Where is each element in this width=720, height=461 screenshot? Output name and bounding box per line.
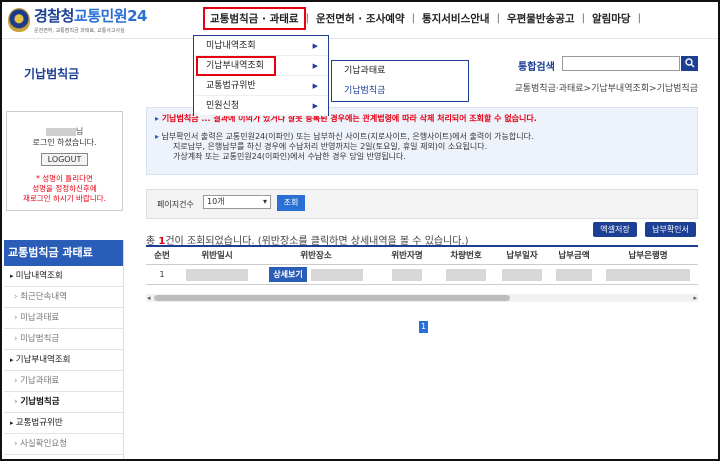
col-header: 위반장소	[300, 251, 332, 261]
notice-box: 기납범칙금 ... 결과에 이의가 있거나 잘못 등록된 경우에는 관계법령에 …	[146, 107, 698, 175]
notice-line: 지로납부, 은행납부를 하신 경우에 수납처리 반영까지는 2일(토요일, 휴일…	[173, 142, 488, 151]
row-number: 1	[159, 270, 165, 279]
sidebar-item-paid-history[interactable]: 기납부내역조회	[4, 350, 123, 371]
submenu-item-paid-penalty[interactable]: 기납범칙금	[332, 81, 468, 101]
sidebar-item-violation[interactable]: 교통법규위반	[4, 413, 123, 434]
dropdown-item-paid-history[interactable]: 기납부내역조회 ▶	[194, 56, 328, 76]
cell-blurred	[494, 268, 550, 281]
cell-blurred	[310, 268, 363, 281]
table-header: 순번 위반일시 위반장소 위반자명 차량번호 납부일자 납부금액 납부은행명	[146, 245, 698, 265]
filter-bar: 페이지건수 10개 조회	[146, 189, 698, 219]
sidebar-item-recent[interactable]: 최근단속내역	[4, 287, 123, 308]
chevron-right-icon: ▶	[312, 102, 318, 110]
page-title: 기납범칙금	[24, 67, 80, 81]
col-header: 위반자명	[391, 251, 423, 261]
dropdown-menu: 미납내역조회 ▶ 기납부내역조회 ▶ 교통법규위반 ▶ 민원신청 ▶	[193, 35, 329, 116]
dropdown-item-violation[interactable]: 교통법규위반 ▶	[194, 76, 328, 96]
receipt-button[interactable]: 납부확인서	[645, 222, 696, 237]
gnb-item-notice-service[interactable]: 통지서비스안내	[415, 11, 497, 26]
col-header: 납부일자	[506, 251, 538, 261]
col-header: 납부은행명	[628, 251, 668, 261]
login-greeting: 님 로그인 하셨습니다.	[32, 127, 97, 147]
search-icon[interactable]	[681, 56, 698, 71]
cell-blurred	[178, 268, 256, 281]
sidebar-item-unpaid-fine[interactable]: 미납과태료	[4, 308, 123, 329]
submenu-item-paid-fine[interactable]: 기납과태료	[332, 61, 468, 81]
gnb-separator: |	[637, 12, 641, 24]
notice-line: 가상계좌 또는 교통민원24(이파인)에서 수납한 경우 당일 반영됩니다.	[173, 152, 406, 161]
col-header: 차량번호	[450, 251, 482, 261]
gnb-item-notice-board[interactable]: 알림마당	[585, 11, 638, 26]
col-header: 납부금액	[558, 251, 590, 261]
horizontal-scrollbar[interactable]: ◂ ▸	[146, 294, 698, 302]
sidebar-item-unpaid-penalty[interactable]: 미납범칙금	[4, 329, 123, 350]
logo-subtitle: 운전면허, 교통범칙금 과태료, 교통사고사실	[34, 28, 125, 34]
search-label: 통합검색	[518, 62, 555, 73]
cell-blurred	[376, 268, 438, 281]
chevron-right-icon: ▶	[312, 62, 318, 70]
sidebar: 교통범칙금 과태료 미납내역조회 최근단속내역 미납과태료 미납범칙금 기납부내…	[4, 240, 124, 461]
gnb-item-fines[interactable]: 교통범칙금 · 과태료	[203, 6, 306, 30]
police-emblem-icon	[8, 7, 30, 32]
search-input[interactable]	[562, 56, 680, 71]
scroll-right-icon[interactable]: ▸	[693, 294, 697, 302]
table-row[interactable]: 1 상세보기	[146, 265, 698, 285]
notice-line: 납부확인서 출력은 교통민원24(이파인) 또는 납부하신 사이트(지로사이트,…	[155, 132, 689, 142]
detail-view-button[interactable]: 상세보기	[269, 267, 307, 282]
cell-blurred	[438, 268, 494, 281]
logo-title: 경찰청교통민원24	[34, 7, 147, 25]
page-number[interactable]: 1	[419, 321, 428, 333]
sidebar-item-unpaid[interactable]: 미납내역조회	[4, 266, 123, 287]
cell-location: 상세보기	[256, 267, 376, 282]
gnb-item-returned-mail[interactable]: 우편물반송공고	[500, 11, 582, 26]
col-header: 순번	[154, 251, 170, 261]
breadcrumb: 교통범칙금·과태료>기납부내역조회>기납범칙금	[514, 84, 698, 94]
header: 경찰청교통민원24 운전면허, 교통범칙금 과태료, 교통사고사실 교통범칙금 …	[0, 0, 720, 38]
chevron-right-icon: ▶	[312, 42, 318, 50]
global-nav: 교통범칙금 · 과태료 | 운전면허 · 조사예약 | 통지서비스안내 | 우편…	[203, 6, 641, 30]
dropdown-item-unpaid[interactable]: 미납내역조회 ▶	[194, 36, 328, 56]
cell-blurred	[550, 268, 598, 281]
sidebar-item-fact-check[interactable]: 사실확인요청	[4, 434, 123, 455]
excel-save-button[interactable]: 엑셀저장	[593, 222, 637, 237]
results-table: 순번 위반일시 위반장소 위반자명 차량번호 납부일자 납부금액 납부은행명 1…	[146, 245, 698, 285]
search-button[interactable]: 조회	[277, 195, 305, 211]
submenu: 기납과태료 기납범칙금	[331, 60, 469, 102]
sidebar-item-paid-fine[interactable]: 기납과태료	[4, 371, 123, 392]
login-note: * 성명이 틀리다면 성명을 정정하신후에 재로그인 하시기 바랍니다.	[22, 174, 107, 203]
gnb-item-license[interactable]: 운전면허 · 조사예약	[309, 11, 412, 26]
sidebar-item-paid-penalty[interactable]: 기납범칙금	[4, 392, 123, 413]
logout-button[interactable]: LOGOUT	[40, 153, 89, 166]
dropdown-item-request[interactable]: 민원신청 ▶	[194, 96, 328, 116]
scrollbar-thumb[interactable]	[154, 295, 510, 301]
page-size-label: 페이지건수	[157, 200, 194, 209]
scroll-left-icon[interactable]: ◂	[147, 294, 151, 302]
user-name-blurred	[45, 127, 76, 136]
col-header: 위반일시	[201, 251, 233, 261]
site-logo[interactable]: 경찰청교통민원24 운전면허, 교통범칙금 과태료, 교통사고사실	[8, 5, 147, 34]
chevron-right-icon: ▶	[312, 82, 318, 90]
sidebar-heading: 교통범칙금 과태료	[4, 240, 123, 266]
page-size-select[interactable]: 10개	[203, 195, 271, 209]
cell-blurred	[598, 268, 698, 281]
login-box: 님 로그인 하셨습니다. LOGOUT * 성명이 틀리다면 성명을 정정하신후…	[6, 111, 123, 211]
